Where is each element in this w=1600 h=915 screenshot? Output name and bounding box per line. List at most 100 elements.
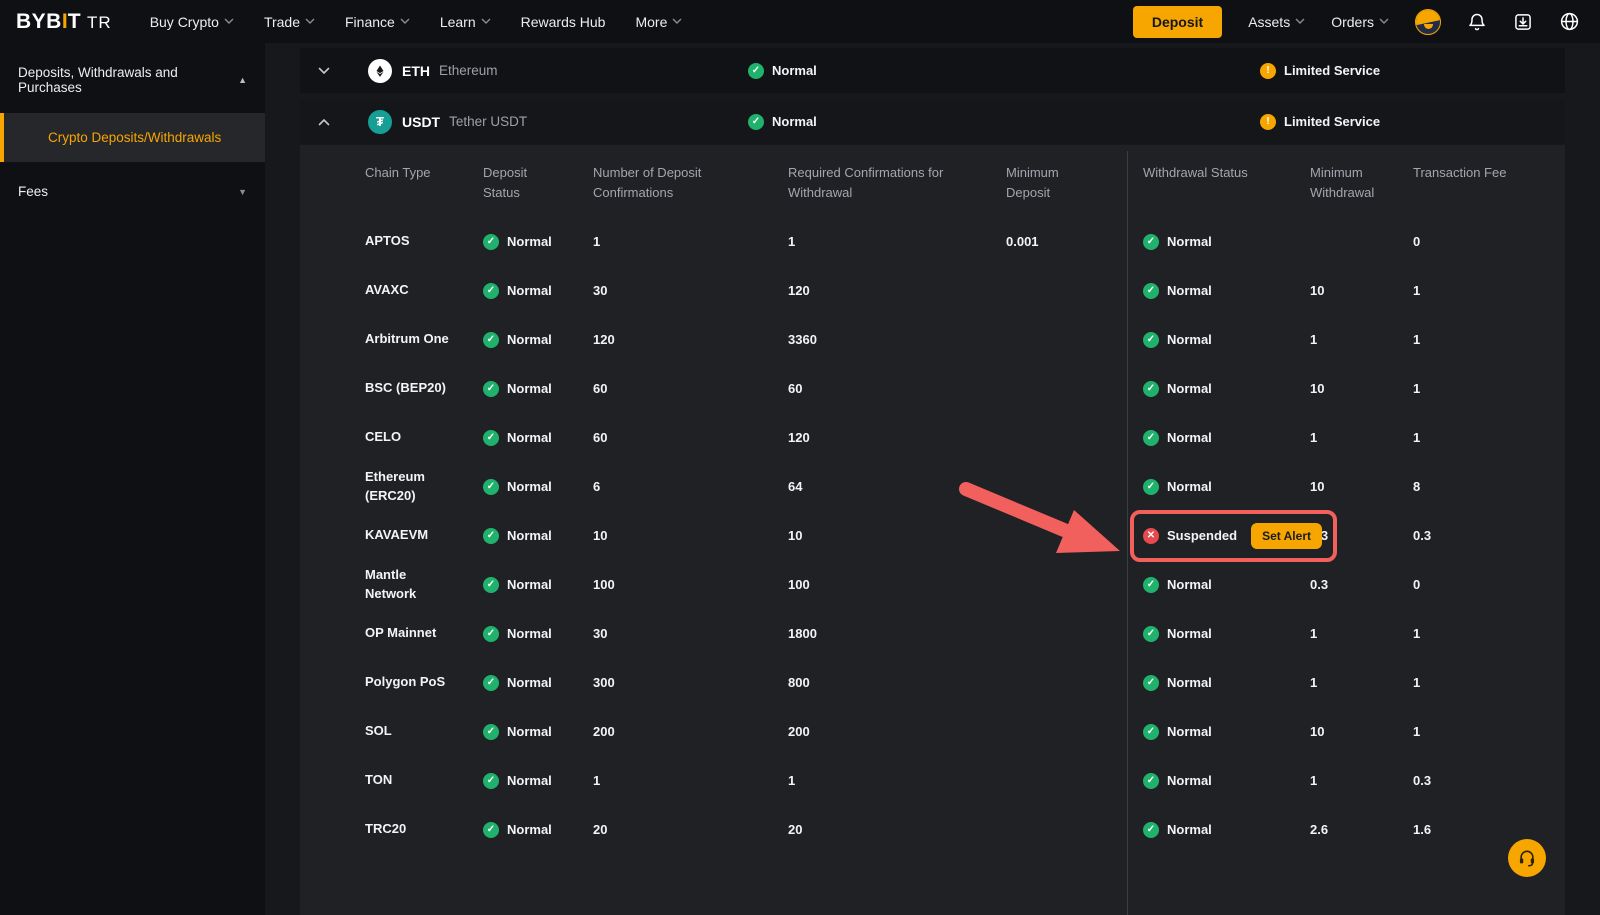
transaction-fee-value: 1.6: [1413, 822, 1431, 837]
transaction-fee-value: 0.3: [1413, 528, 1431, 543]
deposit-status-label: Normal: [507, 577, 552, 592]
support-headset-button[interactable]: [1508, 839, 1546, 877]
chevron-down-icon: [224, 18, 234, 25]
deposit-confirmations-value: 1: [593, 773, 600, 788]
withdrawal-confirmations-value: 200: [788, 724, 810, 739]
check-icon: ✓: [483, 332, 499, 348]
download-app-icon[interactable]: [1513, 12, 1533, 32]
deposit-status-label: Normal: [507, 822, 552, 837]
user-avatar[interactable]: [1415, 9, 1441, 35]
warning-icon: !: [1260, 114, 1276, 130]
deposit-confirmations-value: 30: [593, 626, 607, 641]
chevron-down-icon[interactable]: [318, 67, 332, 75]
deposit-status-label: Normal: [507, 430, 552, 445]
nav-buy-crypto[interactable]: Buy Crypto: [150, 14, 234, 30]
bybit-logo[interactable]: BYBIT TR: [16, 10, 112, 34]
withdrawal-status-badge: ✓ Normal: [1143, 332, 1212, 348]
deposit-status-badge: ✓ Normal: [483, 332, 552, 348]
check-icon: ✓: [483, 626, 499, 642]
collapse-triangle-icon: ▲: [238, 75, 247, 85]
nav-trade[interactable]: Trade: [264, 14, 315, 30]
nav-assets[interactable]: Assets: [1248, 14, 1305, 30]
status-icon: ✓: [1143, 381, 1159, 397]
transaction-fee-value: 8: [1413, 479, 1420, 494]
transaction-fee-value: 1: [1413, 381, 1420, 396]
eth-coin-icon: [368, 59, 392, 83]
sidebar-item-crypto-deposits-withdrawals[interactable]: Crypto Deposits/Withdrawals: [0, 113, 265, 162]
nav-learn[interactable]: Learn: [440, 14, 491, 30]
coin-service-status: ! Limited Service: [1260, 63, 1380, 79]
status-icon: ✓: [1143, 430, 1159, 446]
withdrawal-status-label: Normal: [1167, 283, 1212, 298]
chevron-down-icon: [305, 18, 315, 25]
withdrawal-confirmations-value: 3360: [788, 332, 817, 347]
chain-name: TON: [365, 771, 392, 790]
deposit-status-label: Normal: [507, 332, 552, 347]
withdrawal-status-badge: ✕ Suspended Set Alert: [1143, 523, 1322, 549]
coin-symbol: ETH: [402, 63, 430, 79]
deposit-status-badge: ✓ Normal: [483, 675, 552, 691]
chain-name: AVAXC: [365, 281, 409, 300]
transaction-fee-value: 0: [1413, 234, 1420, 249]
table-row: Arbitrum One ✓ Normal 120 3360 ✓ Normal …: [300, 315, 1565, 364]
nav-orders[interactable]: Orders: [1331, 14, 1389, 30]
deposit-button[interactable]: Deposit: [1133, 6, 1222, 38]
chevron-down-icon: [400, 18, 410, 25]
deposit-status-label: Normal: [507, 675, 552, 690]
chain-name: Mantle Network: [365, 566, 455, 604]
sidebar-item-fees[interactable]: Fees ▼: [0, 168, 265, 215]
set-alert-button[interactable]: Set Alert: [1251, 523, 1322, 549]
min-withdrawal-value: 10: [1310, 381, 1324, 396]
status-icon: ✓: [1143, 577, 1159, 593]
nav-finance[interactable]: Finance: [345, 14, 410, 30]
deposit-confirmations-value: 6: [593, 479, 600, 494]
deposit-status-badge: ✓ Normal: [483, 381, 552, 397]
withdrawal-status-label: Normal: [1167, 822, 1212, 837]
status-icon: ✓: [1143, 675, 1159, 691]
min-withdrawal-value: 10: [1310, 283, 1324, 298]
table-row: TON ✓ Normal 1 1 ✓ Normal 1 0.3: [300, 756, 1565, 805]
table-section-divider: [1127, 151, 1128, 915]
language-globe-icon[interactable]: [1559, 11, 1580, 32]
withdrawal-confirmations-value: 60: [788, 381, 802, 396]
status-icon: ✓: [1143, 332, 1159, 348]
deposit-status-label: Normal: [507, 479, 552, 494]
sidebar-section-deposits-withdrawals[interactable]: Deposits, Withdrawals and Purchases ▲: [0, 45, 265, 113]
logo-text-t: T: [68, 10, 81, 34]
status-icon: ✓: [1143, 283, 1159, 299]
deposit-status-label: Normal: [507, 381, 552, 396]
notifications-bell-icon[interactable]: [1467, 12, 1487, 32]
check-icon: ✓: [483, 724, 499, 740]
coin-name: Ethereum: [439, 63, 498, 78]
withdrawal-status-label: Normal: [1167, 430, 1212, 445]
deposit-confirmations-value: 60: [593, 430, 607, 445]
table-row: Polygon PoS ✓ Normal 300 800 ✓ Normal 1 …: [300, 658, 1565, 707]
withdrawal-confirmations-value: 1: [788, 234, 795, 249]
chevron-up-icon[interactable]: [318, 118, 332, 126]
check-icon: ✓: [483, 430, 499, 446]
chain-status-table: Chain Type Deposit Status Number of Depo…: [300, 145, 1565, 915]
main-content: ETH Ethereum ✓ Normal ! Limited Service …: [265, 43, 1600, 915]
withdrawal-status-label: Normal: [1167, 577, 1212, 592]
deposit-confirmations-value: 200: [593, 724, 615, 739]
deposit-confirmations-value: 60: [593, 381, 607, 396]
deposit-confirmations-value: 120: [593, 332, 615, 347]
logo-text: BYB: [16, 10, 62, 34]
min-deposit-value: 0.001: [1006, 234, 1039, 249]
coin-row-eth[interactable]: ETH Ethereum ✓ Normal ! Limited Service: [300, 48, 1565, 93]
withdrawal-status-label: Normal: [1167, 479, 1212, 494]
nav-more[interactable]: More: [635, 14, 682, 30]
table-row: SOL ✓ Normal 200 200 ✓ Normal 10 1: [300, 707, 1565, 756]
transaction-fee-value: 1: [1413, 430, 1420, 445]
coin-row-usdt[interactable]: ₮ USDT Tether USDT ✓ Normal ! Limited Se…: [300, 99, 1565, 144]
withdrawal-status-label: Normal: [1167, 724, 1212, 739]
withdrawal-status-badge: ✓ Normal: [1143, 479, 1212, 495]
nav-rewards-hub[interactable]: Rewards Hub: [521, 14, 606, 30]
check-icon: ✓: [483, 234, 499, 250]
status-icon: ✓: [1143, 724, 1159, 740]
table-row: BSC (BEP20) ✓ Normal 60 60 ✓ Normal 10 1: [300, 364, 1565, 413]
withdrawal-status-badge: ✓ Normal: [1143, 430, 1212, 446]
deposit-confirmations-value: 10: [593, 528, 607, 543]
deposit-status-badge: ✓ Normal: [483, 626, 552, 642]
withdrawal-status-badge: ✓ Normal: [1143, 773, 1212, 789]
